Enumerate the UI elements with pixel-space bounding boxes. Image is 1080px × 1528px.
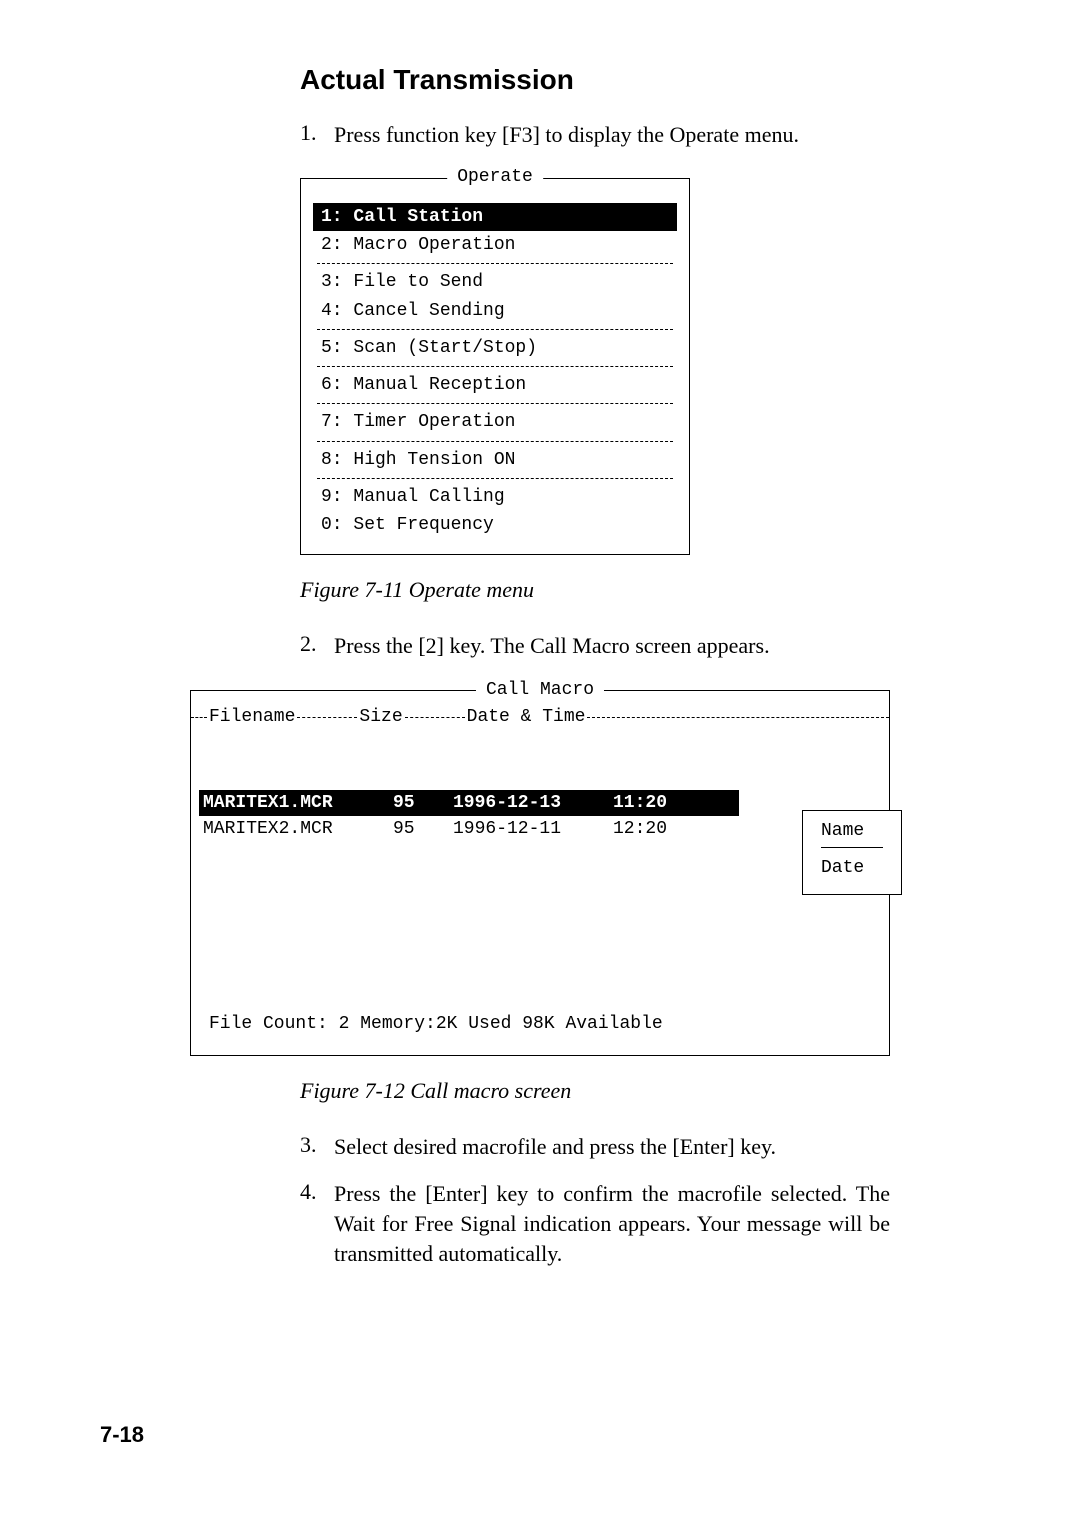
call-macro-column-header: Filename Size Date & Time xyxy=(191,705,889,729)
macro-file-row[interactable]: MARITEX1.MCR 95 1996-12-13 11:20 xyxy=(199,790,739,816)
step-3-text: Select desired macrofile and press the [… xyxy=(334,1132,890,1162)
page-number: 7-18 xyxy=(100,1422,144,1448)
macro-file-row[interactable]: MARITEX2.MCR 95 1996-12-11 12:20 xyxy=(199,816,881,842)
menu-divider xyxy=(317,403,673,404)
file-name: MARITEX2.MCR xyxy=(203,817,393,841)
operate-item-scan[interactable]: 5: Scan (Start/Stop) xyxy=(313,334,677,362)
step-1-number: 1. xyxy=(300,120,334,150)
operate-item-manual-calling[interactable]: 9: Manual Calling xyxy=(313,483,677,511)
operate-item-high-tension[interactable]: 8: High Tension ON xyxy=(313,446,677,474)
operate-item-file-to-send[interactable]: 3: File to Send xyxy=(313,268,677,296)
operate-item-timer-operation[interactable]: 7: Timer Operation xyxy=(313,408,677,436)
file-date: 1996-12-13 xyxy=(453,791,613,815)
step-4-number: 4. xyxy=(300,1179,334,1268)
step-2-text: Press the [2] key. The Call Macro screen… xyxy=(334,631,890,661)
step-4-text: Press the [Enter] key to confirm the mac… xyxy=(334,1179,890,1268)
sort-name-label: Name xyxy=(821,821,883,841)
file-date: 1996-12-11 xyxy=(453,817,613,841)
operate-item-cancel-sending[interactable]: 4: Cancel Sending xyxy=(313,297,677,325)
operate-legend: Operate xyxy=(447,165,543,189)
sort-divider xyxy=(821,847,883,848)
sort-date-label: Date xyxy=(821,858,883,878)
col-size: Size xyxy=(357,705,404,729)
figure-7-11-caption: Figure 7-11 Operate menu xyxy=(300,577,890,603)
section-heading: Actual Transmission xyxy=(300,64,890,96)
figure-7-12-caption: Figure 7-12 Call macro screen xyxy=(300,1078,890,1104)
step-3: 3. Select desired macrofile and press th… xyxy=(300,1132,890,1162)
menu-divider xyxy=(317,366,673,367)
call-macro-status: File Count: 2 Memory:2K Used 98K Availab… xyxy=(199,1012,881,1036)
operate-item-call-station[interactable]: 1: Call Station xyxy=(313,203,677,231)
operate-menu-frame: Operate 1: Call Station 2: Macro Operati… xyxy=(300,178,690,555)
step-2: 2. Press the [2] key. The Call Macro scr… xyxy=(300,631,890,661)
file-name: MARITEX1.MCR xyxy=(203,791,393,815)
operate-item-macro-operation[interactable]: 2: Macro Operation xyxy=(313,231,677,259)
file-size: 95 xyxy=(393,791,453,815)
file-time: 11:20 xyxy=(613,791,693,815)
menu-divider xyxy=(317,263,673,264)
menu-divider xyxy=(317,329,673,330)
call-macro-legend: Call Macro xyxy=(476,678,604,702)
step-2-number: 2. xyxy=(300,631,334,661)
step-4: 4. Press the [Enter] key to confirm the … xyxy=(300,1179,890,1268)
menu-divider xyxy=(317,441,673,442)
file-time: 12:20 xyxy=(613,817,693,841)
step-1: 1. Press function key [F3] to display th… xyxy=(300,120,890,150)
file-size: 95 xyxy=(393,817,453,841)
col-datetime: Date & Time xyxy=(465,705,588,729)
call-macro-frame: Call Macro Filename Size Date & Time MAR… xyxy=(190,690,890,1055)
step-1-text: Press function key [F3] to display the O… xyxy=(334,120,890,150)
sort-legend-box: Name Date xyxy=(802,810,902,895)
menu-divider xyxy=(317,478,673,479)
col-filename: Filename xyxy=(207,705,297,729)
step-3-number: 3. xyxy=(300,1132,334,1162)
operate-item-manual-reception[interactable]: 6: Manual Reception xyxy=(313,371,677,399)
operate-item-set-frequency[interactable]: 0: Set Frequency xyxy=(313,511,677,539)
